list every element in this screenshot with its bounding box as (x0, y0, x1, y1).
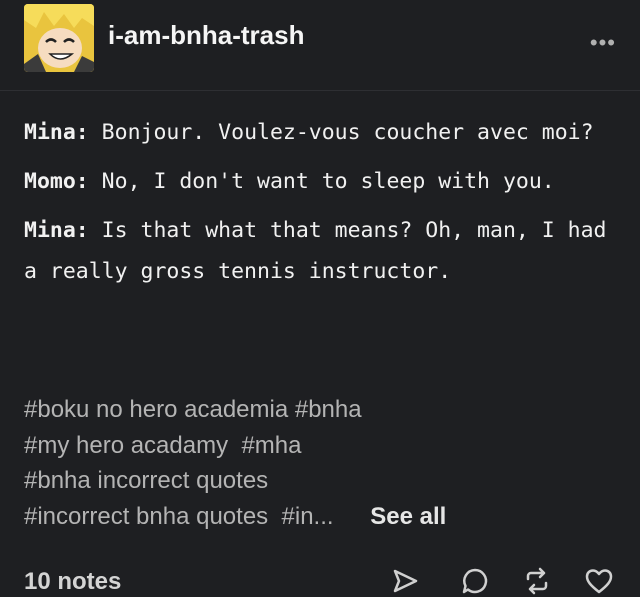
anime-character-avatar-icon (24, 4, 94, 72)
heart-icon[interactable] (584, 566, 614, 596)
tag-list: #boku no hero academia #bnha #my hero ac… (24, 392, 624, 534)
speaker-name: Mina: (24, 218, 89, 243)
post-footer: 10 notes (0, 558, 640, 597)
reblog-icon[interactable] (522, 566, 552, 596)
dialogue-line: Momo: No, I don't want to sleep with you… (24, 161, 624, 202)
dialogue-line: Mina: Bonjour. Voulez-vous coucher avec … (24, 112, 624, 153)
blog-avatar[interactable] (24, 4, 94, 72)
dialogue-text: No, I don't want to sleep with you. (88, 169, 555, 194)
post-header: i-am-bnha-trash ••• (0, 0, 640, 91)
speaker-name: Momo: (24, 169, 89, 194)
tag[interactable]: #my hero acadamy (24, 432, 228, 459)
tag-row: #incorrect bnha quotes #in... See all (24, 499, 624, 535)
dialogue-text: Bonjour. Voulez-vous coucher avec moi? (88, 120, 594, 145)
tag[interactable]: #boku no hero academia (24, 396, 288, 423)
post-body: Mina: Bonjour. Voulez-vous coucher avec … (24, 112, 624, 300)
tag[interactable]: #in... (282, 503, 334, 530)
reply-icon[interactable] (460, 566, 490, 596)
dialogue-text: Is that what that means? Oh, man, I had … (24, 218, 607, 284)
dialogue-line: Mina: Is that what that means? Oh, man, … (24, 210, 624, 292)
tag[interactable]: #bnha (295, 396, 362, 423)
tag-row: #boku no hero academia #bnha (24, 392, 624, 428)
tag[interactable]: #bnha incorrect quotes (24, 467, 268, 494)
see-all-tags-button[interactable]: See all (370, 503, 446, 530)
tag-row: #bnha incorrect quotes (24, 463, 624, 499)
send-icon[interactable] (390, 566, 420, 596)
tag[interactable]: #incorrect bnha quotes (24, 503, 268, 530)
notes-count[interactable]: 10 notes (24, 568, 121, 596)
ellipsis-icon[interactable]: ••• (590, 30, 616, 56)
blog-name[interactable]: i-am-bnha-trash (108, 20, 304, 51)
speaker-name: Mina: (24, 120, 89, 145)
tag[interactable]: #mha (241, 432, 301, 459)
tag-row: #my hero acadamy #mha (24, 428, 624, 464)
